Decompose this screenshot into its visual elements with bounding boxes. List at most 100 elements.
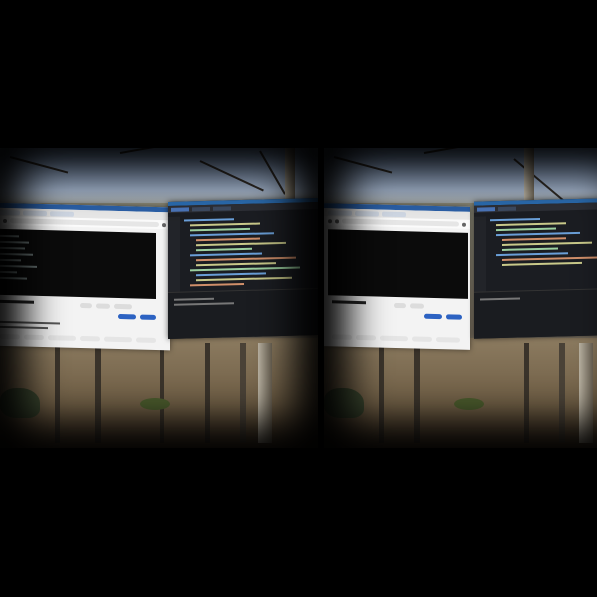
line-number-gutter: [474, 216, 486, 293]
tag-chip[interactable]: [0, 333, 20, 340]
join-button[interactable]: [140, 314, 156, 320]
tag-chip[interactable]: [332, 334, 352, 340]
code-line: [490, 217, 540, 222]
code-line: [502, 241, 592, 246]
video-text-line: [0, 246, 25, 250]
tree-trunk: [258, 343, 272, 443]
share-button[interactable]: [410, 303, 424, 309]
moss-patch: [140, 398, 170, 410]
video-text-line: [0, 264, 37, 268]
subscribe-button[interactable]: [118, 313, 136, 320]
back-icon[interactable]: [328, 218, 332, 223]
tree-trunk: [95, 343, 101, 443]
editor-tab[interactable]: [213, 205, 231, 211]
like-button[interactable]: [394, 302, 406, 309]
editor-tab[interactable]: [171, 206, 189, 212]
browser-tab[interactable]: [0, 209, 20, 215]
tag-chip[interactable]: [104, 336, 132, 343]
browser-window: [324, 203, 470, 350]
video-text-line: [0, 240, 29, 244]
tree-trunk: [579, 343, 593, 443]
code-line: [496, 231, 580, 237]
vr-stereo-view: { "scene": { "description_free": true, "…: [0, 0, 597, 597]
code-line: [496, 227, 556, 232]
tag-chip[interactable]: [380, 335, 408, 342]
editor-tab[interactable]: [477, 206, 495, 212]
menu-icon[interactable]: [162, 222, 166, 227]
video-text-line: [0, 234, 19, 238]
code-line: [496, 252, 568, 257]
video-text-line: [0, 258, 21, 262]
terminal-line: [174, 297, 214, 301]
browser-tab[interactable]: [50, 210, 74, 217]
editor-tab[interactable]: [498, 206, 516, 211]
subscribe-button[interactable]: [424, 313, 442, 320]
terminal-line: [174, 302, 234, 306]
forest-floor: [324, 338, 597, 448]
code-line: [196, 262, 276, 267]
code-line: [190, 222, 260, 227]
tree-trunk: [414, 343, 420, 443]
like-button[interactable]: [80, 302, 92, 309]
code-line: [190, 252, 262, 257]
tag-chip[interactable]: [80, 335, 100, 342]
address-bar[interactable]: [342, 218, 459, 227]
code-editor-window: [168, 198, 318, 339]
code-line: [196, 272, 266, 277]
tag-chip[interactable]: [48, 335, 76, 341]
tag-chip[interactable]: [136, 337, 156, 343]
code-line: [196, 276, 292, 282]
left-eye-view: [0, 148, 318, 448]
share-button[interactable]: [96, 303, 110, 309]
reload-icon[interactable]: [335, 218, 339, 223]
video-text-line: [0, 270, 17, 274]
editor-tab[interactable]: [192, 206, 210, 211]
terminal-line: [480, 297, 520, 301]
video-player[interactable]: [328, 229, 468, 299]
tag-chip[interactable]: [356, 334, 376, 341]
right-eye-view: [324, 148, 597, 448]
tree-trunk: [524, 343, 529, 443]
code-line: [184, 218, 234, 222]
code-line: [502, 261, 582, 266]
video-text-line: [0, 276, 27, 280]
editor-tab-bar: [474, 202, 597, 213]
browser-tab[interactable]: [382, 211, 406, 217]
address-bar[interactable]: [10, 218, 159, 228]
code-line: [496, 222, 566, 227]
terminal-panel[interactable]: [168, 288, 318, 339]
save-button[interactable]: [114, 303, 132, 310]
code-line: [502, 247, 558, 251]
code-line: [190, 227, 250, 232]
video-title: [332, 300, 366, 305]
tree-trunk: [379, 343, 384, 443]
description-line: [0, 325, 48, 330]
tag-chip[interactable]: [436, 337, 460, 343]
reload-icon[interactable]: [3, 218, 7, 223]
tree-trunk: [524, 148, 534, 208]
video-text-line: [0, 252, 33, 256]
tree-trunk: [559, 343, 565, 443]
terminal-panel[interactable]: [474, 288, 597, 339]
tree-trunk: [160, 348, 164, 443]
video-player[interactable]: [0, 228, 156, 299]
code-line: [502, 237, 566, 241]
menu-icon[interactable]: [462, 222, 466, 227]
browser-tab[interactable]: [328, 209, 352, 216]
code-line: [190, 266, 300, 272]
tag-chip[interactable]: [24, 334, 44, 341]
join-button[interactable]: [446, 314, 462, 320]
browser-tab[interactable]: [23, 209, 47, 216]
mossy-rock: [324, 388, 364, 418]
code-line: [196, 247, 252, 252]
tree-trunk: [55, 343, 60, 443]
tree-trunk: [205, 343, 210, 443]
code-line: [190, 232, 274, 237]
tag-chip[interactable]: [412, 336, 432, 342]
browser-tab[interactable]: [355, 210, 379, 217]
code-line: [502, 256, 597, 261]
code-line: [196, 256, 296, 262]
moss-patch: [454, 398, 484, 410]
browser-window: [0, 202, 170, 351]
video-title: [0, 299, 34, 304]
